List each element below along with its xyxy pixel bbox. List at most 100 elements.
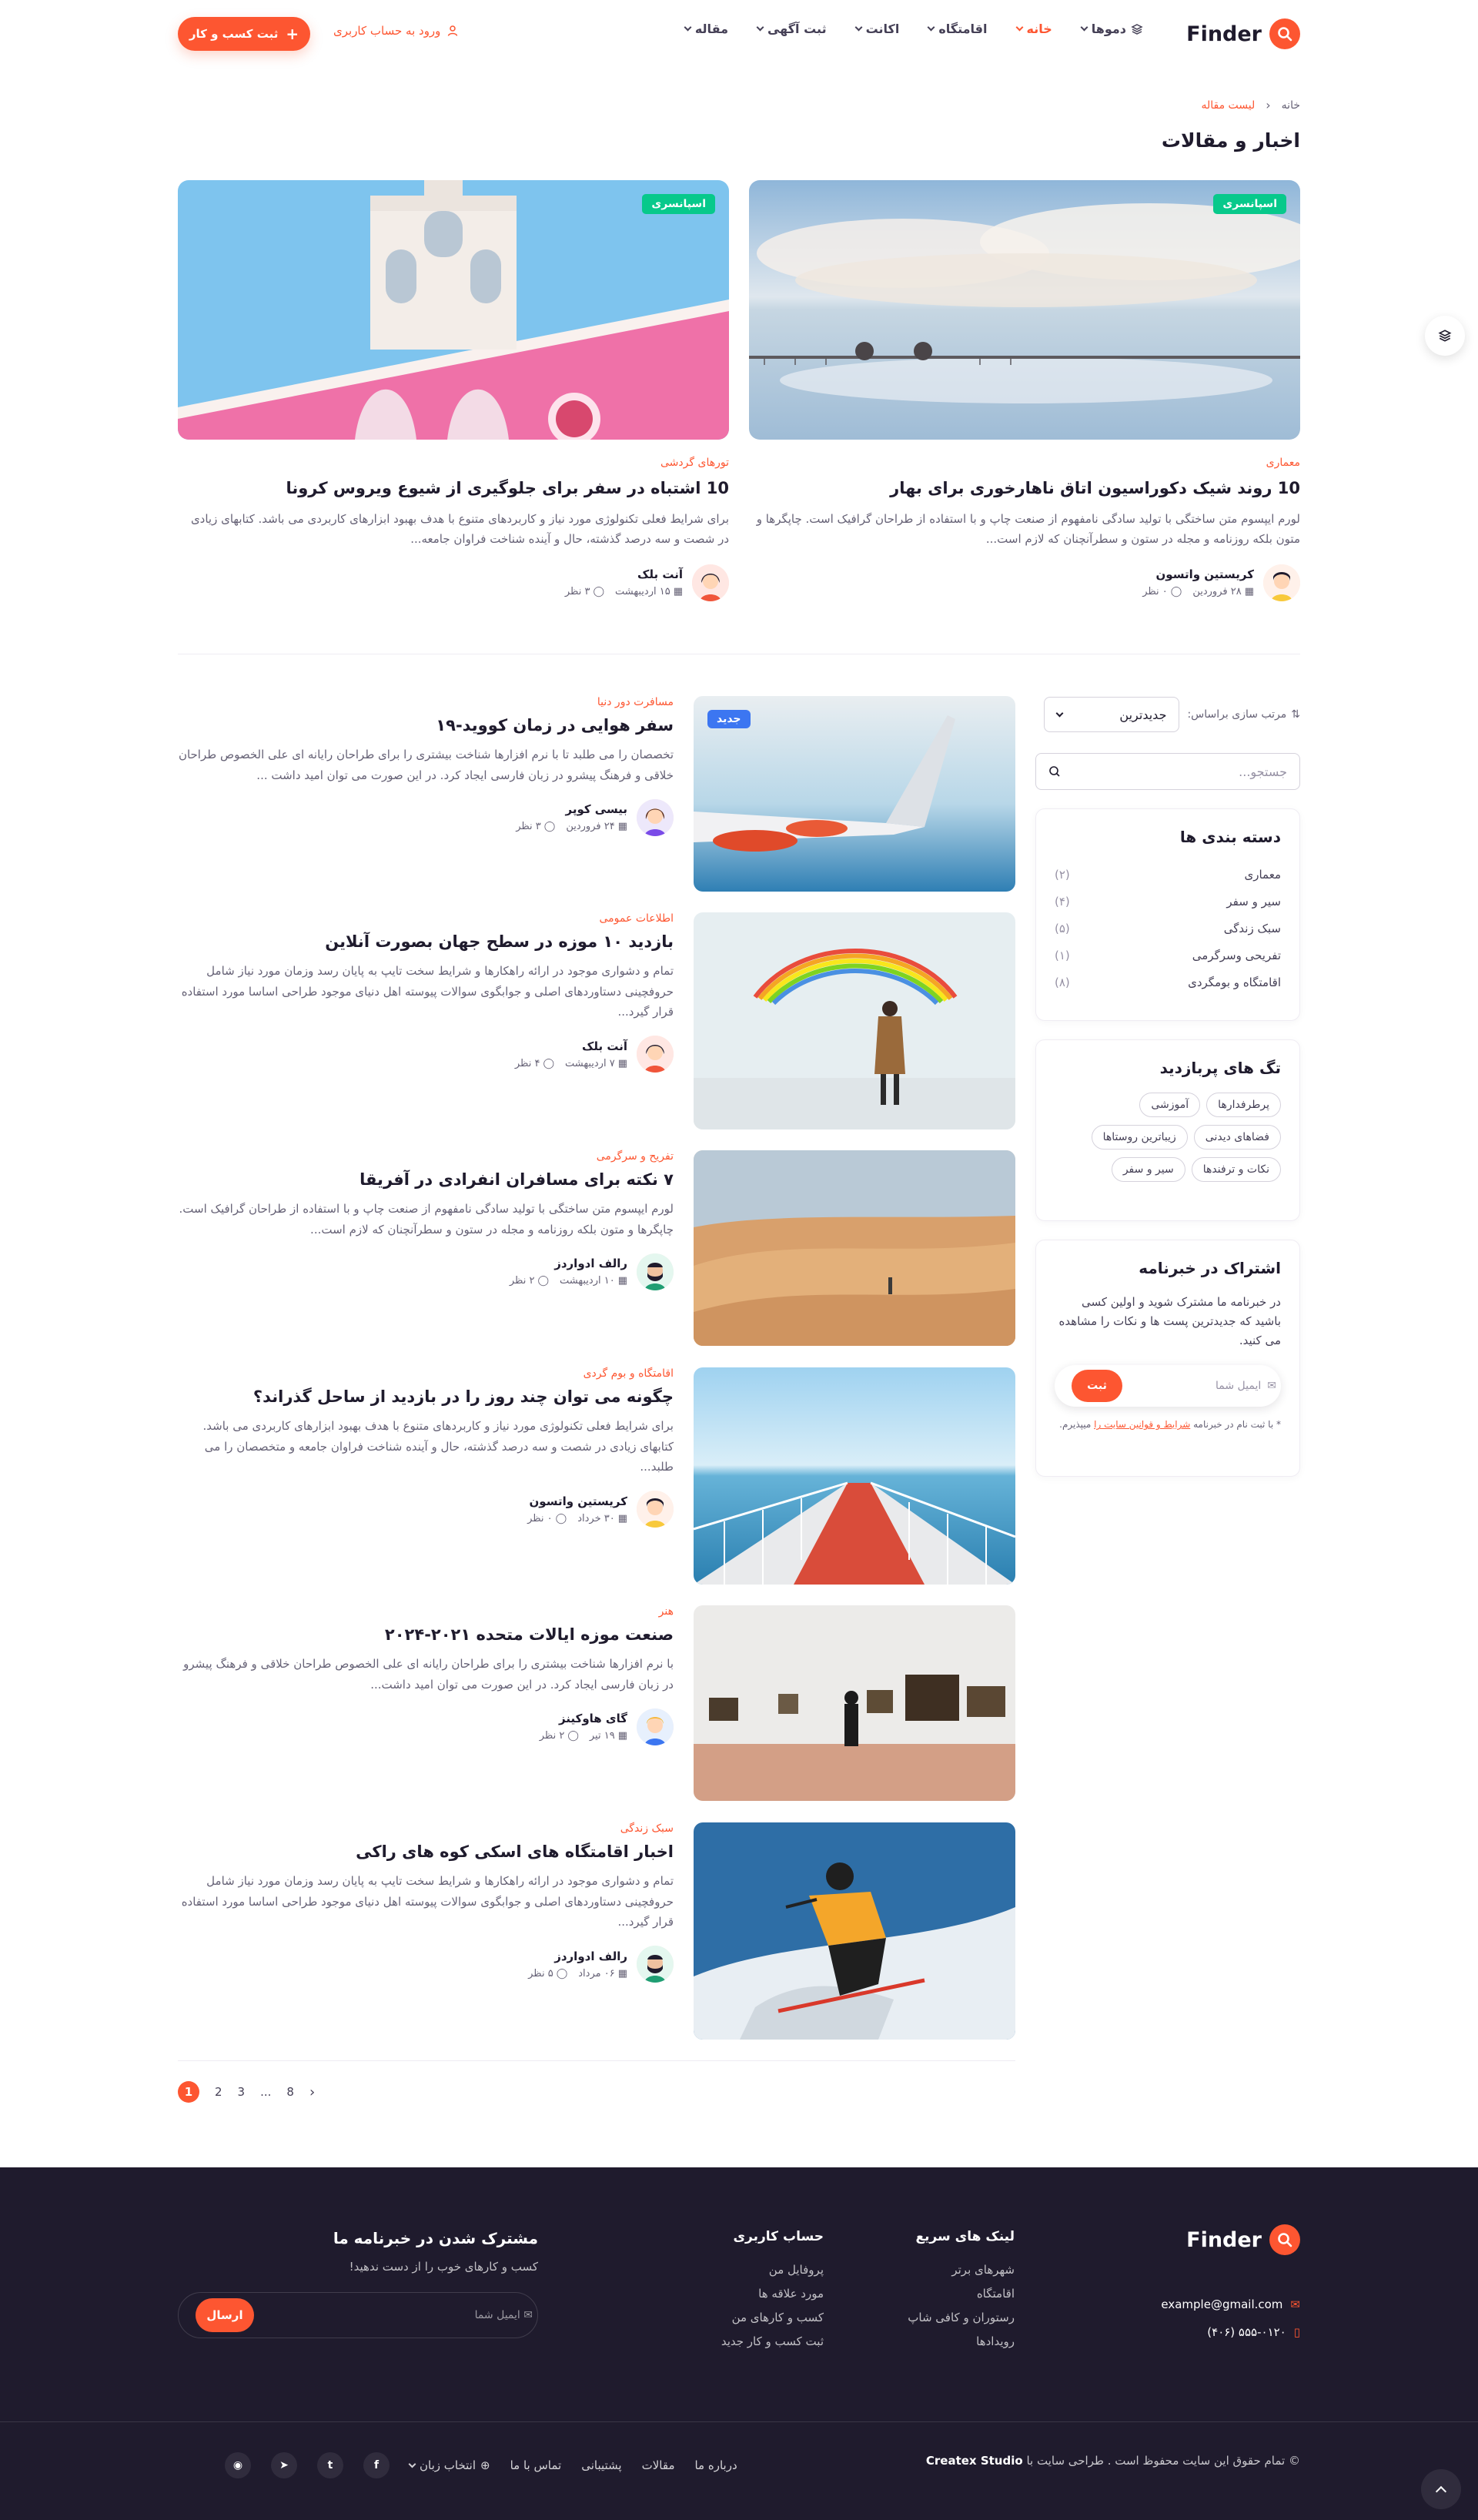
- post-image-skier[interactable]: [694, 1822, 1015, 2040]
- footer-link-contact[interactable]: تماس با ما: [510, 2458, 562, 2472]
- tag[interactable]: پرطرفدارها: [1206, 1093, 1281, 1117]
- footer-link[interactable]: شهرهای برتر: [908, 2258, 1015, 2282]
- category-item[interactable]: اقامتگاه و بومگردی (۸): [1055, 969, 1281, 996]
- newsletter-submit-button[interactable]: ثبت: [1072, 1370, 1122, 1403]
- search-input[interactable]: جستجو...: [1035, 753, 1300, 790]
- nav-account[interactable]: اکانت: [854, 22, 899, 36]
- chevron-down-icon: [1015, 23, 1023, 32]
- post-image-rainbow[interactable]: [694, 912, 1015, 1129]
- post-author[interactable]: رالف ادواردز ▦ ۱۰ اردیبهشت ◯ ۲ نظر: [178, 1253, 674, 1290]
- post-author[interactable]: کریستین واتسون ▦ ۲۸ فروردین ◯ ۰ نظر: [749, 564, 1300, 601]
- chevron-down-icon: [756, 23, 764, 32]
- telegram-icon[interactable]: ➤: [271, 2452, 297, 2478]
- featured-post[interactable]: اسپانسری معماری 10 روند شیک دکوراسیون ات…: [749, 180, 1300, 601]
- category-item[interactable]: تفریحی وسرگرمی (۱): [1055, 942, 1281, 969]
- post-author[interactable]: آنت بلک ▦ ۷ اردیبهشت ◯ ۴ نظر: [178, 1036, 674, 1073]
- post-category[interactable]: معماری: [749, 457, 1300, 469]
- facebook-icon[interactable]: f: [363, 2452, 390, 2478]
- category-item[interactable]: سبک زندگی (۵): [1055, 915, 1281, 942]
- featured-image-church[interactable]: اسپانسری: [178, 180, 729, 440]
- brand-logo[interactable]: Finder: [1186, 18, 1300, 49]
- list-item[interactable]: تفریح و سرگرمی ۷ نکته برای مسافران انفرا…: [178, 1150, 1015, 1346]
- footer-send-button[interactable]: ارسال: [196, 2298, 254, 2332]
- studio-link[interactable]: Createx Studio: [926, 2454, 1023, 2468]
- newsletter-email-field[interactable]: ✉ ایمیل شما ثبت: [1055, 1365, 1281, 1407]
- footer-email[interactable]: ✉ example@gmail.com: [1161, 2291, 1300, 2318]
- nav-accommodation[interactable]: اقامتگاه: [927, 22, 988, 36]
- category-item[interactable]: سیر و سفر (۴): [1055, 889, 1281, 915]
- footer-link[interactable]: ثبت کسب و کار جدید: [721, 2330, 824, 2354]
- nav-submit-listing[interactable]: ثبت آگهی: [756, 22, 827, 36]
- tag[interactable]: سیر و سفر: [1111, 1157, 1185, 1182]
- post-author[interactable]: گای هاوکینز ▦ ۱۹ تیر ◯ ۲ نظر: [178, 1708, 674, 1745]
- post-image-museum[interactable]: [694, 1605, 1015, 1801]
- post-author[interactable]: آنت بلک ▦ ۱۵ اردیبهشت ◯ ۳ نظر: [178, 564, 729, 601]
- post-category[interactable]: مسافرت دور دنیا: [178, 696, 674, 708]
- post-category[interactable]: تورهای گردشی: [178, 457, 729, 469]
- chevron-left-icon[interactable]: ‹: [309, 2084, 315, 2100]
- post-image-pier[interactable]: [694, 1367, 1015, 1585]
- footer-link-support[interactable]: پشتیبانی: [581, 2458, 621, 2472]
- list-item[interactable]: سبک زندگی اخبار اقامتگاه های اسکی کوه ها…: [178, 1822, 1015, 2040]
- featured-image-pier[interactable]: اسپانسری: [749, 180, 1300, 440]
- footer-link-articles[interactable]: مقالات: [642, 2458, 675, 2472]
- post-image-airplane[interactable]: جدید: [694, 696, 1015, 892]
- post-title[interactable]: بازدید ۱۰ موزه در سطح جهان بصورت آنلاین: [178, 931, 674, 953]
- post-category[interactable]: سبک زندگی: [178, 1822, 674, 1835]
- tag[interactable]: زیباترین روستاها: [1091, 1125, 1188, 1150]
- page-link[interactable]: 2: [215, 2085, 222, 2099]
- back-to-top-button[interactable]: [1421, 2469, 1461, 2509]
- categories-card: دسته بندی ها معماری (۲) سیر و سفر (۴) سبک …: [1035, 808, 1300, 1021]
- post-title[interactable]: اخبار اقامتگاه های اسکی کوه های راکی: [178, 1841, 674, 1863]
- footer-brand[interactable]: Finder: [1186, 2224, 1300, 2255]
- add-business-button[interactable]: + ثبت کسب و کار: [178, 17, 310, 51]
- page-link[interactable]: 3: [238, 2085, 246, 2099]
- category-item[interactable]: معماری (۲): [1055, 862, 1281, 889]
- nav-home[interactable]: خانه: [1015, 22, 1052, 36]
- page-link[interactable]: 8: [286, 2085, 294, 2099]
- post-author[interactable]: رالف ادواردز ▦ ۰۶ مرداد ◯ ۵ نظر: [178, 1946, 674, 1983]
- twitter-icon[interactable]: t: [317, 2452, 343, 2478]
- post-category[interactable]: اطلاعات عمومی: [178, 912, 674, 925]
- messenger-icon[interactable]: ◉: [225, 2452, 251, 2478]
- footer-phone[interactable]: ▯ (۴۰۶) ۵۵۵-۰۱۲۰: [1161, 2318, 1300, 2346]
- nav-articles[interactable]: مقاله: [684, 22, 728, 36]
- tag[interactable]: فضاهای دیدنی: [1193, 1125, 1281, 1150]
- post-category[interactable]: هنر: [178, 1605, 674, 1618]
- tag[interactable]: نکات و ترفندها: [1191, 1157, 1281, 1182]
- sort-select[interactable]: جدیدترین: [1044, 697, 1180, 732]
- layers-float-button[interactable]: [1425, 316, 1465, 356]
- breadcrumb-home[interactable]: خانه: [1282, 99, 1300, 112]
- tag[interactable]: آموزشی: [1139, 1093, 1201, 1117]
- footer-link[interactable]: رستوران و کافی شاپ: [908, 2306, 1015, 2330]
- page-current[interactable]: 1: [178, 2081, 199, 2103]
- post-title[interactable]: چگونه می توان چند روز را در بازدید از سا…: [178, 1386, 674, 1408]
- post-title[interactable]: سفر هوایی در زمان کووید-۱۹: [178, 715, 674, 737]
- footer-link[interactable]: اقامتگاه: [908, 2282, 1015, 2306]
- list-item[interactable]: جدید مسافرت دور دنیا سفر هوایی در زمان ک…: [178, 696, 1015, 892]
- footer-email-field[interactable]: ✉ ایمیل شما ارسال: [178, 2292, 538, 2338]
- featured-post[interactable]: اسپانسری تورهای گردشی 10 اشتباه در سفر ب…: [178, 180, 729, 601]
- nav-demos[interactable]: دموها: [1080, 22, 1143, 36]
- post-category[interactable]: اقامتگاه و بوم گردی: [178, 1367, 674, 1380]
- footer-link[interactable]: پروفایل من: [721, 2258, 824, 2282]
- login-link[interactable]: ورود به حساب کاربری: [333, 24, 459, 38]
- post-title[interactable]: 10 اشتباه در سفر برای جلوگیری از شیوع وی…: [178, 477, 729, 501]
- list-item[interactable]: هنر صنعت موزه ایالات متحده ۲۰۲۱-۲۰۲۴ با …: [178, 1605, 1015, 1801]
- newsletter-card: اشتراک در خبرنامه در خبرنامه ما مشترک شو…: [1035, 1240, 1300, 1477]
- list-item[interactable]: اطلاعات عمومی بازدید ۱۰ موزه در سطح جهان…: [178, 912, 1015, 1129]
- post-title[interactable]: صنعت موزه ایالات متحده ۲۰۲۱-۲۰۲۴: [178, 1624, 674, 1646]
- footer-link[interactable]: مورد علاقه ها: [721, 2282, 824, 2306]
- language-selector[interactable]: ⊕ انتخاب زبان: [408, 2458, 490, 2472]
- post-category[interactable]: تفریح و سرگرمی: [178, 1150, 674, 1163]
- footer-link[interactable]: کسب و کارهای من: [721, 2306, 824, 2330]
- post-title[interactable]: ۷ نکته برای مسافران انفرادی در آفریقا: [178, 1169, 674, 1191]
- list-item[interactable]: اقامتگاه و بوم گردی چگونه می توان چند رو…: [178, 1367, 1015, 1585]
- post-image-desert[interactable]: [694, 1150, 1015, 1346]
- footer-link[interactable]: رویدادها: [908, 2330, 1015, 2354]
- post-title[interactable]: 10 روند شیک دکوراسیون اتاق ناهارخوری برا…: [749, 477, 1300, 501]
- footer-link-about[interactable]: درباره ما: [694, 2458, 737, 2472]
- post-author[interactable]: بیسی کوپر ▦ ۲۴ فروردین ◯ ۳ نظر: [178, 798, 674, 836]
- terms-link[interactable]: شرایط و قوانین سایت را: [1094, 1419, 1190, 1430]
- post-author[interactable]: کریستین واتسون ▦ ۳۰ خرداد ◯ ۰ نظر: [178, 1491, 674, 1528]
